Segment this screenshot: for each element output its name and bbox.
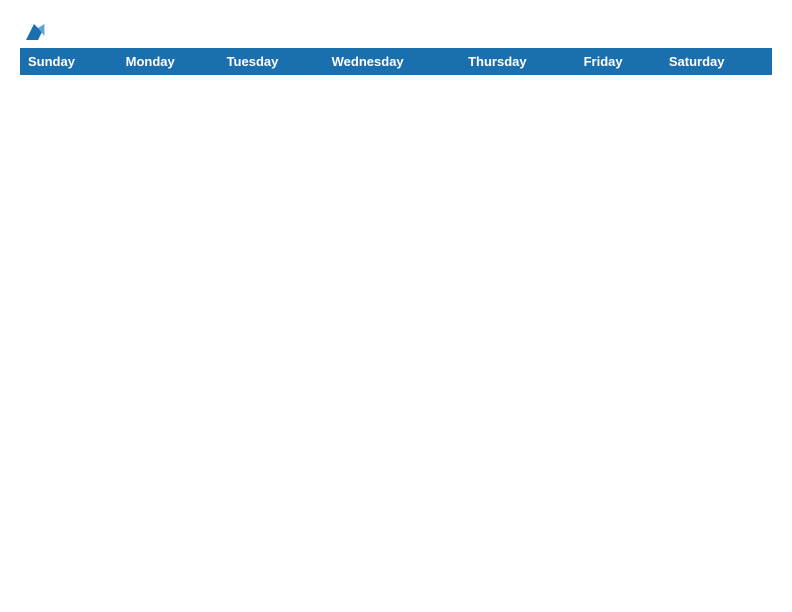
calendar-header-wednesday: Wednesday — [324, 48, 460, 75]
page-header — [20, 20, 772, 38]
calendar-header-friday: Friday — [576, 48, 661, 75]
calendar-table: SundayMondayTuesdayWednesdayThursdayFrid… — [20, 48, 772, 75]
calendar-header-monday: Monday — [118, 48, 219, 75]
logo-icon — [22, 20, 46, 44]
calendar-header-saturday: Saturday — [661, 48, 772, 75]
calendar-header-row: SundayMondayTuesdayWednesdayThursdayFrid… — [20, 48, 772, 75]
calendar-header-sunday: Sunday — [20, 48, 118, 75]
calendar-header-thursday: Thursday — [460, 48, 576, 75]
calendar-header-tuesday: Tuesday — [219, 48, 324, 75]
logo — [20, 20, 46, 38]
